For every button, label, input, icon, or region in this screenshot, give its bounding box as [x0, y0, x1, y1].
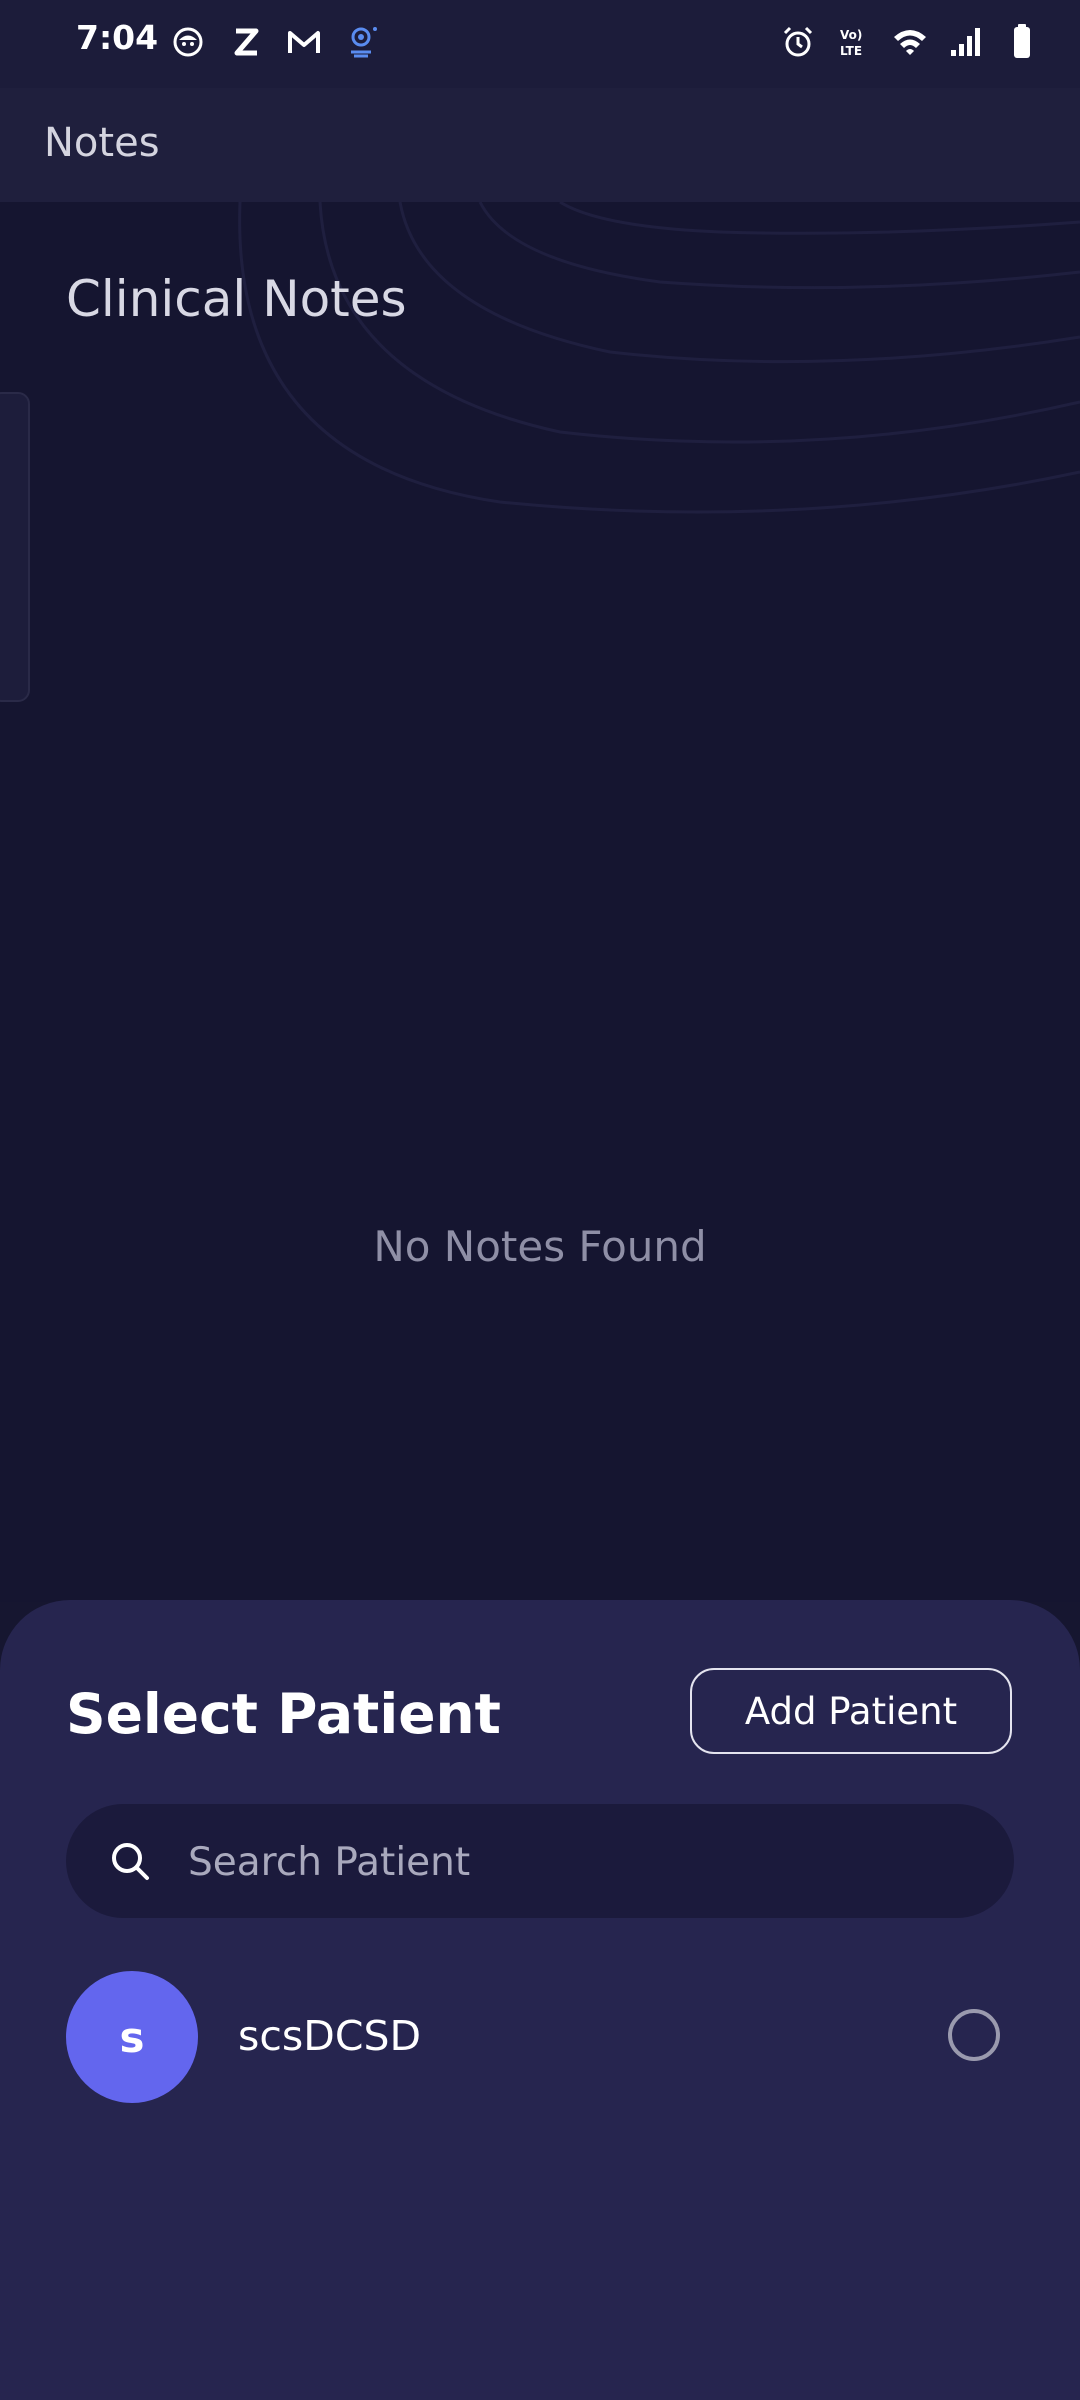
- svg-text:Vo): Vo): [840, 28, 862, 42]
- search-bar[interactable]: [66, 1804, 1014, 1920]
- status-bar: 7:04 Vo) LTE: [0, 0, 1080, 88]
- search-input[interactable]: [186, 1804, 970, 1920]
- app-bar-title: Notes: [44, 120, 160, 166]
- z-icon: [228, 22, 264, 62]
- webcam-icon: [344, 22, 380, 62]
- page-heading: Clinical Notes: [66, 270, 407, 328]
- alarm-icon: [780, 22, 816, 62]
- add-patient-button[interactable]: Add Patient: [690, 1668, 1012, 1754]
- volte-icon: Vo) LTE: [836, 22, 872, 62]
- wifi-icon: [892, 22, 928, 62]
- empty-state-text: No Notes Found: [373, 1222, 707, 1271]
- sheet-title: Select Patient: [66, 1682, 501, 1746]
- avatar-initial: s: [119, 2012, 145, 2062]
- gmail-icon: [286, 22, 322, 62]
- svg-text:LTE: LTE: [840, 44, 862, 58]
- patient-list-item[interactable]: s scsDCSD: [0, 1968, 1080, 2104]
- app-face-icon: [170, 22, 206, 62]
- battery-icon: [1004, 22, 1040, 62]
- signal-icon: [948, 22, 984, 62]
- patient-select-radio[interactable]: [948, 2009, 1000, 2061]
- avatar: s: [66, 1971, 198, 2103]
- notes-content: Clinical Notes No Notes Found: [0, 202, 1080, 1602]
- app-bar: Notes: [0, 88, 1080, 202]
- patient-name: scsDCSD: [238, 2012, 422, 2060]
- side-drawer-handle[interactable]: [0, 392, 30, 702]
- status-time: 7:04: [76, 18, 159, 57]
- search-icon: [110, 1841, 150, 1885]
- select-patient-sheet: Select Patient Add Patient s scsDCSD: [0, 1600, 1080, 2400]
